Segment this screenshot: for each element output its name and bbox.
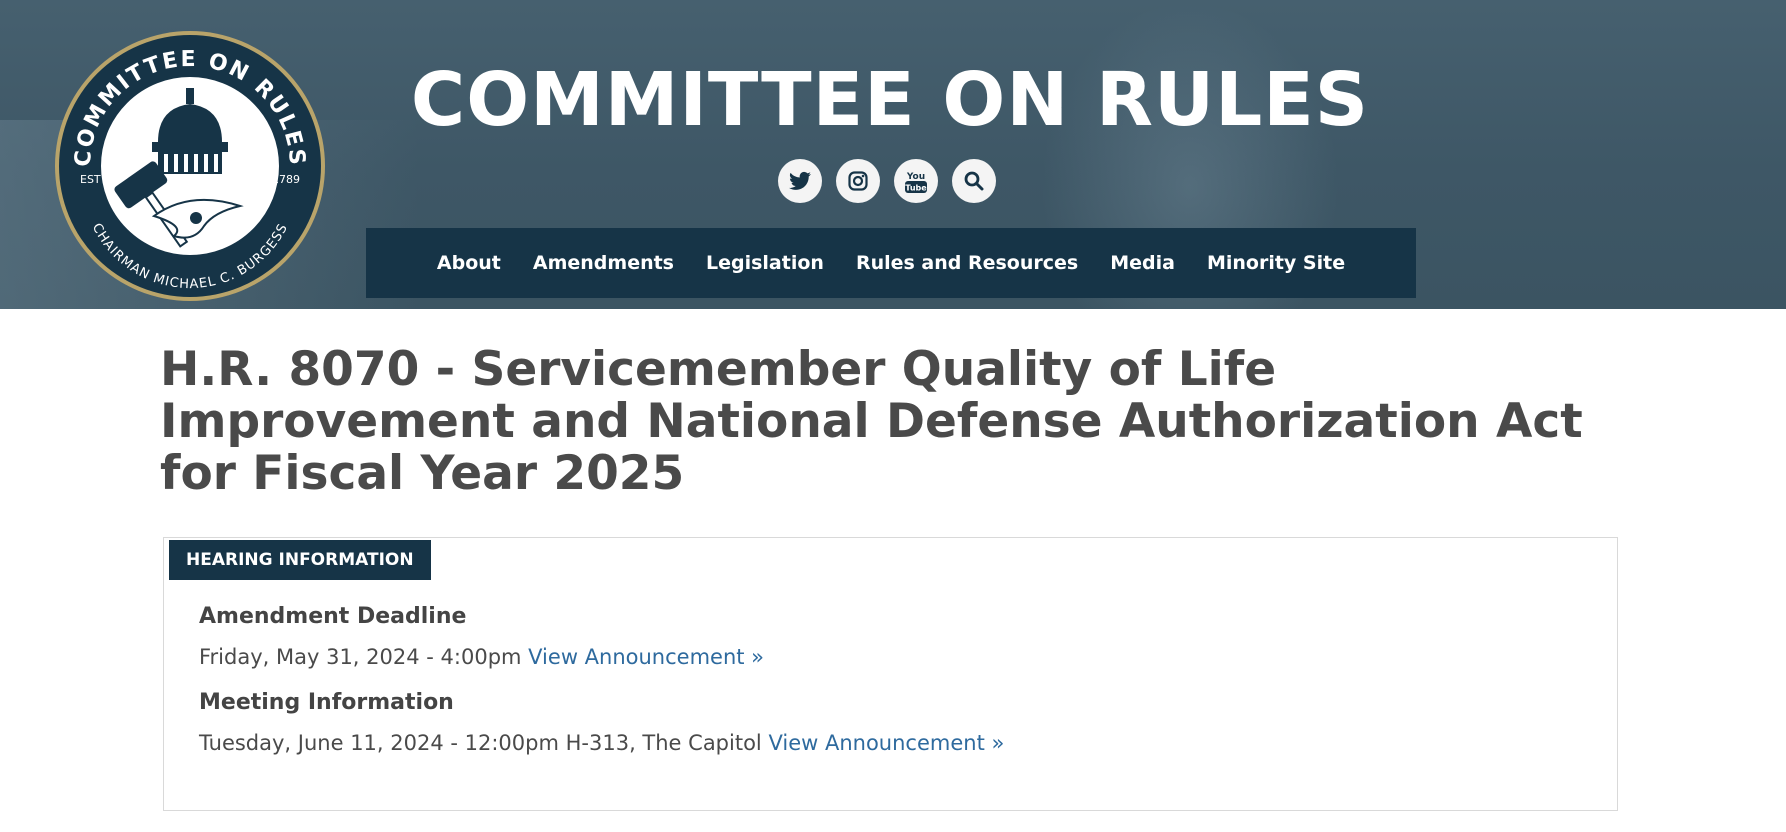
nav-item-amendments[interactable]: Amendments (533, 252, 674, 274)
nav-item-minority-site[interactable]: Minority Site (1207, 252, 1345, 274)
committee-seal-logo[interactable]: COMMITTEE ON RULES CHAIRMAN MICHAEL C. B… (54, 30, 326, 302)
twitter-button[interactable] (778, 159, 822, 203)
nav-item-about[interactable]: About (437, 252, 501, 274)
page-title: H.R. 8070 - Servicemember Quality of Lif… (160, 342, 1583, 501)
search-button[interactable] (952, 159, 996, 203)
seal-year: 1789 (272, 173, 300, 186)
meeting-information-date-location: Tuesday, June 11, 2024 - 12:00pm H-313, … (199, 731, 769, 755)
youtube-icon: You Tube (905, 172, 927, 193)
main-navigation: About Amendments Legislation Rules and R… (366, 228, 1416, 298)
youtube-glyph-top: You (906, 172, 925, 182)
meeting-information-heading: Meeting Information (199, 690, 454, 715)
instagram-button[interactable] (836, 159, 880, 203)
amendment-deadline-line: Friday, May 31, 2024 - 4:00pm View Annou… (199, 645, 764, 669)
nav-item-legislation[interactable]: Legislation (706, 252, 824, 274)
hearing-information-panel: HEARING INFORMATION Amendment Deadline F… (163, 537, 1618, 811)
site-title[interactable]: COMMITTEE ON RULES (360, 55, 1420, 145)
meeting-view-announcement-link[interactable]: View Announcement » (768, 731, 1004, 755)
social-links: You Tube (778, 159, 996, 203)
hearing-information-label: HEARING INFORMATION (169, 540, 431, 580)
search-icon (964, 171, 984, 191)
nav-item-media[interactable]: Media (1110, 252, 1175, 274)
nav-item-rules-and-resources[interactable]: Rules and Resources (856, 252, 1078, 274)
twitter-icon (789, 171, 811, 190)
site-header: COMMITTEE ON RULES CHAIRMAN MICHAEL C. B… (0, 0, 1786, 309)
seal-est-label: EST (80, 173, 101, 186)
instagram-icon (848, 171, 868, 191)
amendment-view-announcement-link[interactable]: View Announcement » (528, 645, 764, 669)
youtube-glyph-bottom: Tube (905, 184, 927, 193)
amendment-deadline-date: Friday, May 31, 2024 - 4:00pm (199, 645, 529, 669)
amendment-deadline-heading: Amendment Deadline (199, 604, 467, 629)
meeting-information-line: Tuesday, June 11, 2024 - 12:00pm H-313, … (199, 731, 1004, 755)
youtube-button[interactable]: You Tube (894, 159, 938, 203)
